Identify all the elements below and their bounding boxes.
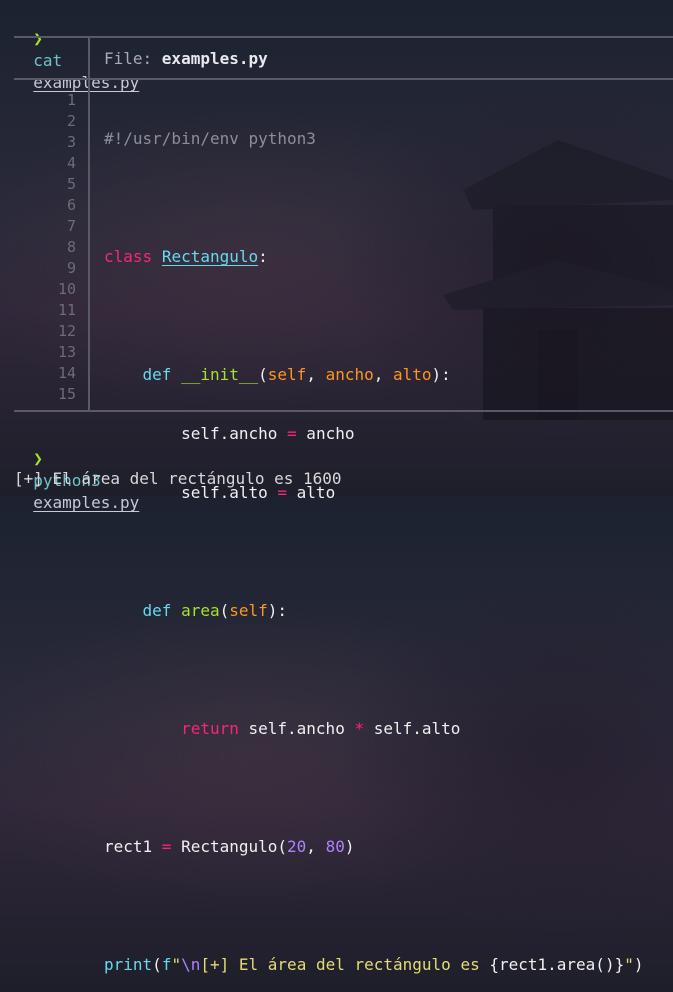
line-number: 12 [57,322,76,340]
prompt-icon: ❯ [33,29,43,48]
line-number: 5 [66,175,76,193]
command-line-python: ❯ python3 examples.py [14,426,139,512]
operator: = [287,424,297,443]
fstring-expression: {rect1.area()} [489,955,625,974]
string-quote: " [624,955,634,974]
code-line: self.ancho = ancho [104,423,673,444]
function-name: __init__ [181,365,259,384]
function-name: area [181,601,220,620]
punctuation: , [306,837,326,856]
fstring-prefix: f [161,955,172,974]
line-number: 10 [57,280,76,298]
self-param: self [267,365,307,384]
viewer-header-border [14,78,673,80]
string-quote: " [171,955,182,974]
line-number: 6 [66,196,76,214]
code-line: def area(self): [104,600,673,621]
keyword: def [142,601,172,620]
shebang-comment: #!/usr/bin/env python3 [104,129,316,148]
code-text: rect1 [104,837,162,856]
viewer-top-border [14,36,673,38]
keyword: return [181,719,239,738]
punctuation: ) [633,955,644,974]
operator: = [161,837,172,856]
line-number: 13 [57,343,76,361]
code-text: self.ancho [238,719,355,738]
keyword: def [142,365,172,384]
line-number: 7 [66,217,76,235]
code-line: return self.ancho * self.alto [104,718,673,739]
line-number: 14 [57,364,76,382]
escape-sequence: \n [181,955,201,974]
line-number: 8 [66,238,76,256]
line-number-gutter: 1 2 3 4 5 6 7 8 9 10 11 12 13 14 15 [14,90,76,405]
code-text: ancho [296,424,355,443]
punctuation: ) [344,837,355,856]
operator: * [354,719,365,738]
punctuation: : [258,247,268,266]
line-number: 3 [66,133,76,151]
command-name: cat [33,51,63,70]
class-name: Rectangulo [161,247,259,266]
code-line: rect1 = Rectangulo(20, 80) [104,836,673,857]
line-number: 9 [66,259,76,277]
viewer-header-separator [88,37,90,78]
program-output: [+] El área del rectángulo es 1600 [14,469,342,488]
parameter: alto [393,365,432,384]
builtin-function: print [104,955,153,974]
code-text: self.alto [364,719,461,738]
punctuation: ): [431,365,451,384]
string-literal: [+] El área del rectángulo es [200,955,490,974]
code-line: #!/usr/bin/env python3 [104,128,673,149]
punctuation: ( [258,365,268,384]
prompt-icon: ❯ [33,449,43,468]
code-line: def __init__(self, ancho, alto): [104,364,673,385]
line-number: 11 [57,301,76,319]
line-number: 1 [66,91,76,109]
punctuation: ( [152,955,162,974]
code-text: Rectangulo( [171,837,288,856]
punctuation: , [373,365,394,384]
code-line: class Rectangulo: [104,246,673,267]
line-number: 15 [57,385,76,403]
number: 20 [287,837,307,856]
line-number: 2 [66,112,76,130]
code-line: print(f"\n[+] El área del rectángulo es … [104,954,673,975]
viewer-bottom-border [14,410,673,412]
file-name: examples.py [161,49,268,68]
file-label: File: [104,49,162,68]
viewer-gutter-separator [88,80,90,410]
file-header: File: examples.py [104,48,268,70]
punctuation: ( [219,601,230,620]
punctuation: ): [267,601,288,620]
self-param: self [229,601,268,620]
command-line-cat: ❯ cat examples.py [14,6,139,92]
keyword: class [104,247,153,266]
line-number: 4 [66,154,76,172]
number: 80 [325,837,345,856]
punctuation: , [306,365,326,384]
parameter: ancho [325,365,374,384]
code-view: #!/usr/bin/env python3 class Rectangulo:… [104,90,673,992]
